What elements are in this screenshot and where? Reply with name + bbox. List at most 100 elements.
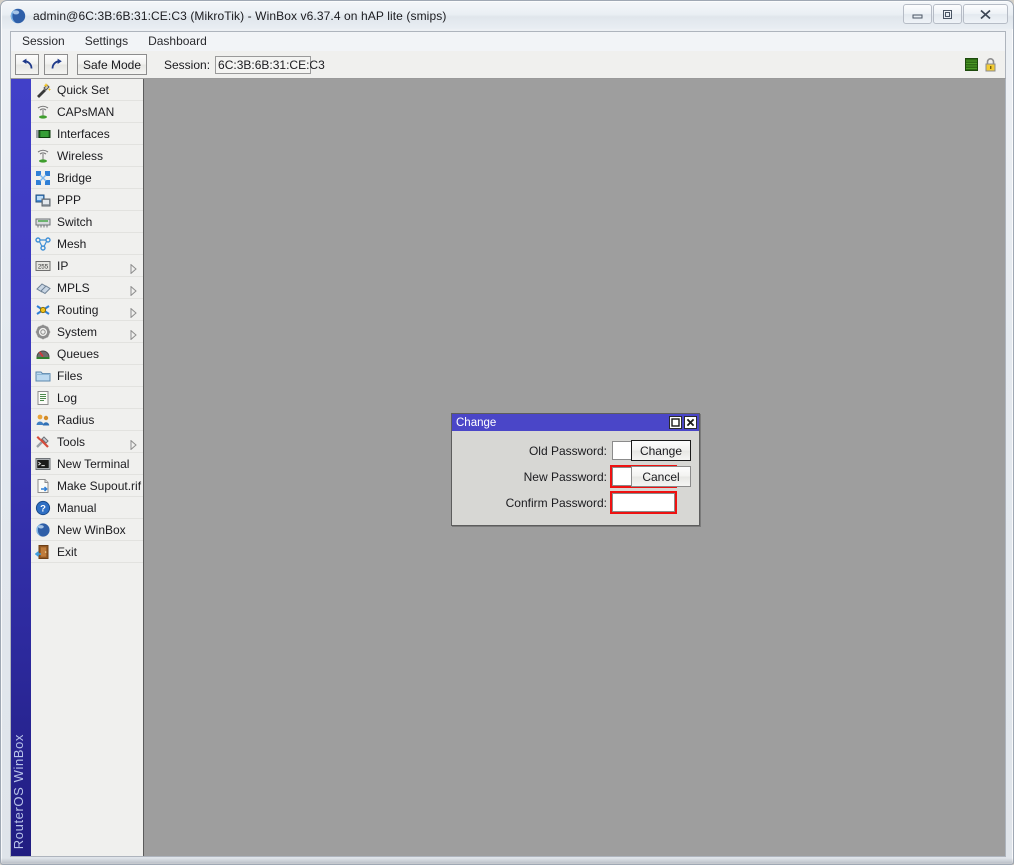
safe-mode-button[interactable]: Safe Mode bbox=[77, 54, 147, 75]
supout-file-icon bbox=[35, 478, 51, 494]
winbox-globe-icon bbox=[35, 522, 51, 538]
toolbar: Safe Mode Session: 6C:3B:6B:31:CE:C3 bbox=[10, 51, 1006, 79]
sidebar-item-label: Wireless bbox=[57, 149, 103, 163]
sidebar-item-quick-set[interactable]: Quick Set bbox=[31, 79, 143, 101]
chevron-right-icon bbox=[130, 437, 137, 447]
menu-session[interactable]: Session bbox=[13, 32, 74, 51]
mesh-icon bbox=[35, 236, 51, 252]
terminal-icon bbox=[35, 456, 51, 472]
chevron-right-icon bbox=[130, 283, 137, 293]
sidebar-item-label: MPLS bbox=[57, 281, 90, 295]
system-gear-icon bbox=[35, 324, 51, 340]
change-password-dialog: Change Old Password: bbox=[451, 413, 700, 526]
log-icon bbox=[35, 390, 51, 406]
menu-dashboard[interactable]: Dashboard bbox=[139, 32, 216, 51]
quick-set-icon bbox=[35, 82, 51, 98]
sidebar-item-tools[interactable]: Tools bbox=[31, 431, 143, 453]
confirm-password-input[interactable] bbox=[612, 493, 675, 512]
maximize-button[interactable] bbox=[933, 4, 962, 24]
confirm-password-row: Confirm Password: bbox=[462, 493, 675, 512]
sidebar-item-switch[interactable]: Switch bbox=[31, 211, 143, 233]
minimize-icon bbox=[912, 10, 923, 19]
wireless-icon bbox=[35, 148, 51, 164]
manual-help-icon: ? bbox=[35, 500, 51, 516]
minimize-button[interactable] bbox=[903, 4, 932, 24]
yellow-padlock-icon bbox=[984, 58, 997, 72]
sidebar-item-label: Make Supout.rif bbox=[57, 479, 141, 493]
sidebar-item-bridge[interactable]: Bridge bbox=[31, 167, 143, 189]
chevron-right-icon bbox=[130, 327, 137, 337]
sidebar-item-label: Log bbox=[57, 391, 77, 405]
window-bottom-edge bbox=[1, 858, 1014, 864]
green-bars-icon bbox=[965, 58, 978, 71]
routeros-brand-text: RouterOS WinBox bbox=[11, 734, 31, 849]
dialog-body: Old Password: New Password: Confirm Pass… bbox=[452, 431, 699, 526]
exit-door-icon bbox=[35, 544, 51, 560]
window-title: admin@6C:3B:6B:31:CE:C3 (MikroTik) - Win… bbox=[33, 9, 446, 23]
sidebar-item-mpls[interactable]: MPLS bbox=[31, 277, 143, 299]
sidebar-item-label: IP bbox=[57, 259, 68, 273]
sidebar-item-ppp[interactable]: PPP bbox=[31, 189, 143, 211]
session-label: Session: bbox=[164, 58, 210, 72]
sidebar-item-interfaces[interactable]: Interfaces bbox=[31, 123, 143, 145]
sidebar-item-queues[interactable]: Queues bbox=[31, 343, 143, 365]
sidebar-item-label: Exit bbox=[57, 545, 77, 559]
toolbar-status-icons bbox=[965, 58, 997, 72]
ip-icon: 255 bbox=[35, 258, 51, 274]
sidebar-item-log[interactable]: Log bbox=[31, 387, 143, 409]
old-password-label: Old Password: bbox=[462, 444, 612, 458]
routeros-brand-strip: RouterOS WinBox bbox=[11, 79, 31, 857]
sidebar-item-label: Bridge bbox=[57, 171, 92, 185]
redo-arrow-icon bbox=[49, 58, 64, 71]
sidebar-item-wireless[interactable]: Wireless bbox=[31, 145, 143, 167]
sidebar-item-system[interactable]: System bbox=[31, 321, 143, 343]
client-area: RouterOS WinBox Quick Set CAPsMAN Interfac… bbox=[10, 79, 1006, 857]
sidebar-item-label: Interfaces bbox=[57, 127, 110, 141]
sidebar-item-label: New WinBox bbox=[57, 523, 126, 537]
sidebar-item-radius[interactable]: Radius bbox=[31, 409, 143, 431]
confirm-password-label: Confirm Password: bbox=[462, 496, 612, 510]
undo-button[interactable] bbox=[15, 54, 39, 75]
sidebar-item-routing[interactable]: Routing bbox=[31, 299, 143, 321]
sidebar-item-make-supout-rif[interactable]: Make Supout.rif bbox=[31, 475, 143, 497]
interfaces-icon bbox=[35, 126, 51, 142]
sidebar-item-label: Switch bbox=[57, 215, 92, 229]
window-controls bbox=[903, 4, 1008, 24]
menubar: Session Settings Dashboard bbox=[10, 31, 1006, 51]
cancel-button[interactable]: Cancel bbox=[631, 466, 691, 487]
sidebar-item-new-winbox[interactable]: New WinBox bbox=[31, 519, 143, 541]
close-icon bbox=[686, 418, 695, 427]
sidebar-item-new-terminal[interactable]: New Terminal bbox=[31, 453, 143, 475]
queues-icon bbox=[35, 346, 51, 362]
sidebar-item-label: Tools bbox=[57, 435, 85, 449]
close-button[interactable] bbox=[963, 4, 1008, 24]
sidebar-item-label: Quick Set bbox=[57, 83, 109, 97]
redo-button[interactable] bbox=[44, 54, 68, 75]
files-folder-icon bbox=[35, 368, 51, 384]
sidebar-item-label: Manual bbox=[57, 501, 96, 515]
capsman-icon bbox=[35, 104, 51, 120]
sidebar-item-ip[interactable]: 255 IP bbox=[31, 255, 143, 277]
dialog-window-controls bbox=[669, 416, 697, 429]
maximize-icon bbox=[942, 9, 953, 20]
ppp-icon bbox=[35, 192, 51, 208]
new-password-label: New Password: bbox=[462, 470, 612, 484]
dialog-maximize-button[interactable] bbox=[669, 416, 682, 429]
sidebar-item-manual[interactable]: ? Manual bbox=[31, 497, 143, 519]
chevron-right-icon bbox=[130, 305, 137, 315]
sidebar-item-files[interactable]: Files bbox=[31, 365, 143, 387]
session-input[interactable]: 6C:3B:6B:31:CE:C3 bbox=[215, 56, 311, 74]
sidebar-menu: Quick Set CAPsMAN Interfaces Wireless Bridge… bbox=[31, 79, 144, 857]
menu-settings[interactable]: Settings bbox=[76, 32, 137, 51]
sidebar-item-capsman[interactable]: CAPsMAN bbox=[31, 101, 143, 123]
routing-icon bbox=[35, 302, 51, 318]
chevron-right-icon bbox=[130, 261, 137, 271]
change-button[interactable]: Change bbox=[631, 440, 691, 461]
dialog-close-button[interactable] bbox=[684, 416, 697, 429]
svg-text:?: ? bbox=[40, 503, 46, 514]
sidebar-item-mesh[interactable]: Mesh bbox=[31, 233, 143, 255]
tools-icon bbox=[35, 434, 51, 450]
sidebar-item-exit[interactable]: Exit bbox=[31, 541, 143, 563]
sidebar-item-label: Queues bbox=[57, 347, 99, 361]
dialog-titlebar[interactable]: Change bbox=[452, 414, 699, 431]
